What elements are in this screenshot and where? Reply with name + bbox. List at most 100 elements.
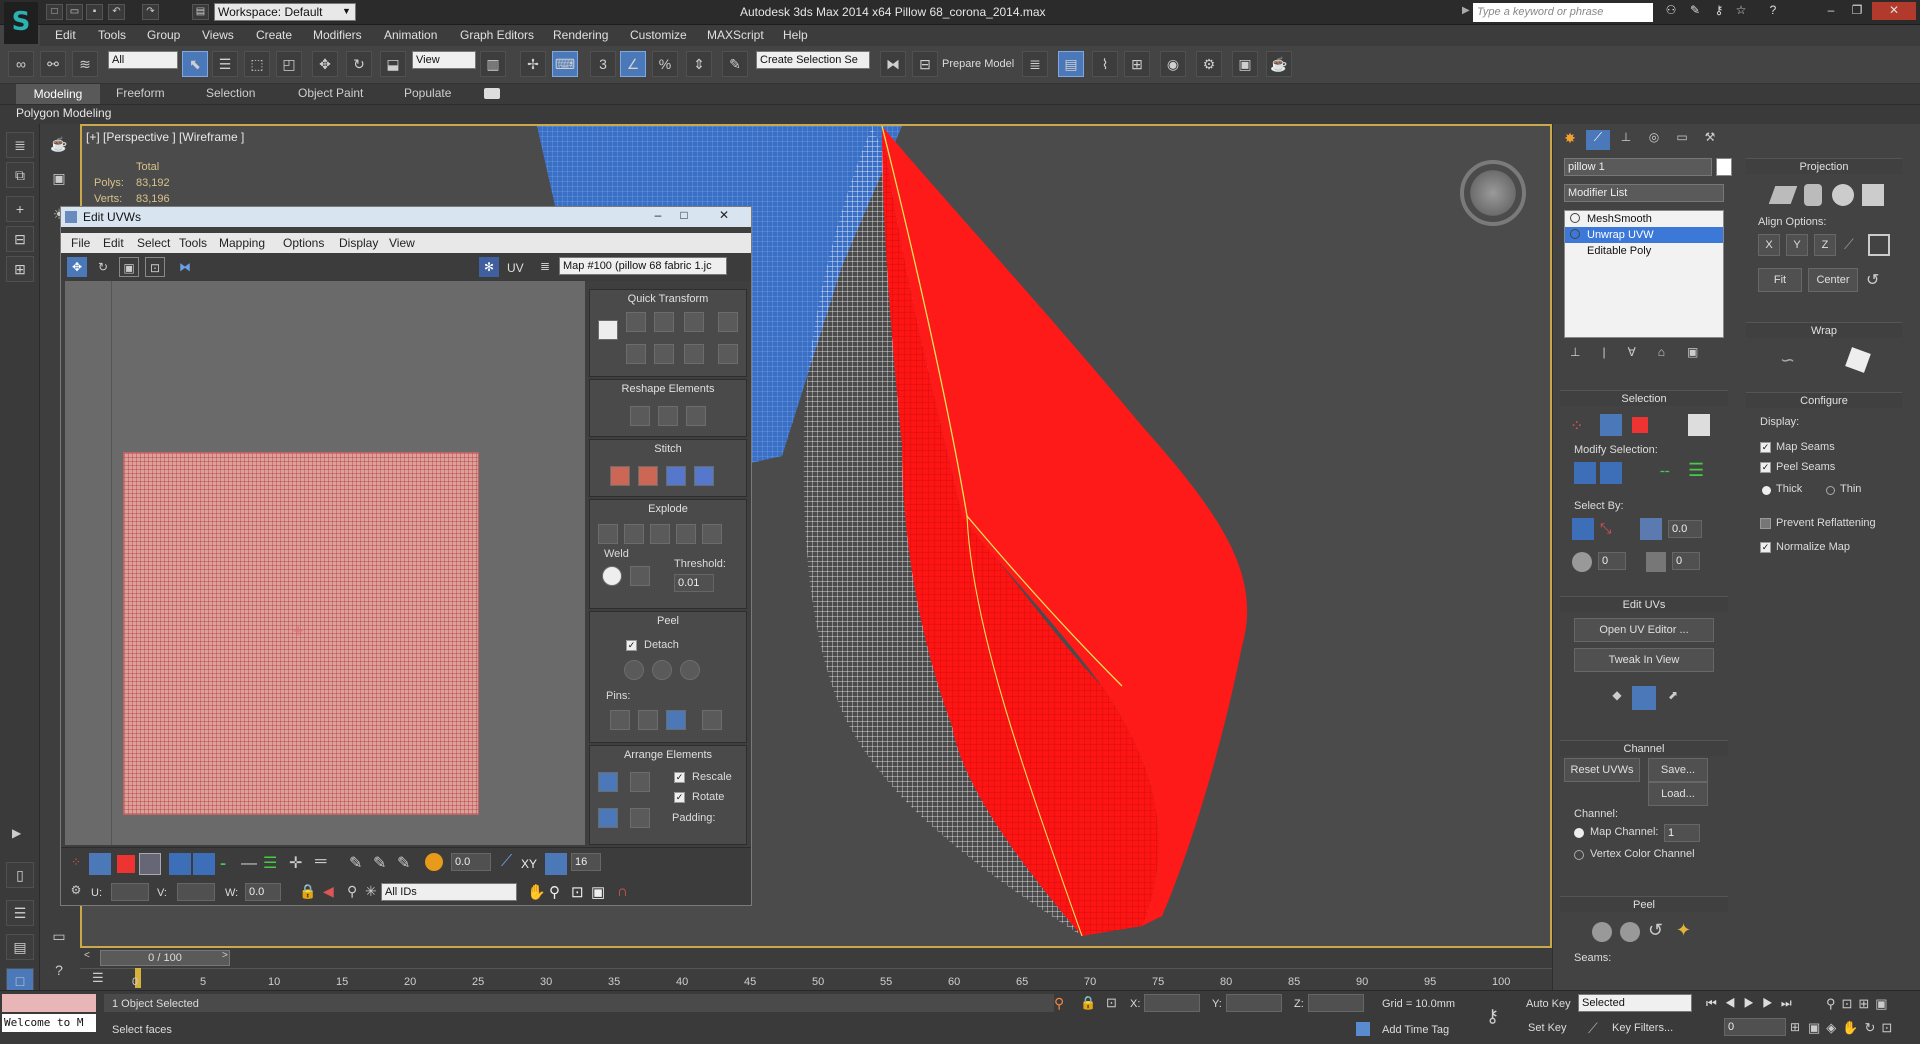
weld-selected-icon[interactable] (630, 566, 650, 586)
lock-icon[interactable]: 🔒 (299, 883, 316, 900)
curve-editor-icon[interactable]: ⌇ (1092, 51, 1118, 77)
menu-modifiers[interactable]: Modifiers (313, 28, 362, 42)
time-config-icon[interactable]: ⊞ (1790, 1020, 1800, 1034)
snap-tool-icon[interactable]: ✳ (365, 883, 377, 900)
ids-dropdown[interactable]: All IDs (381, 883, 517, 901)
viewport-layout-icon[interactable]: ▯ (6, 862, 34, 888)
pack-normalize-icon[interactable] (630, 772, 650, 792)
menu-graph-editors[interactable]: Graph Editors (460, 28, 534, 42)
edge-select-icon[interactable] (89, 853, 111, 875)
snap-grid-icon[interactable] (545, 853, 567, 875)
stack-item-editable-poly[interactable]: Editable Poly (1565, 243, 1723, 259)
detach-edge-icon[interactable] (624, 524, 644, 544)
mirror-icon[interactable]: ⧓ (880, 51, 906, 77)
modify-panel-icon[interactable]: ⟋ (1586, 130, 1610, 150)
paint-select-icon[interactable]: ✎ (349, 853, 362, 873)
menu-create[interactable]: Create (256, 28, 292, 42)
grow-select-icon[interactable] (169, 853, 191, 875)
select-by-smoothing-icon[interactable] (1572, 552, 1592, 572)
normalize-map-checkbox[interactable]: ✓ (1760, 542, 1771, 553)
space-horizontal-icon[interactable] (718, 312, 738, 332)
face-select-icon[interactable] (117, 855, 135, 873)
rotate-90-icon[interactable] (684, 312, 704, 332)
move-icon[interactable]: ✥ (312, 51, 338, 77)
stack-item-unwrap-uvw[interactable]: Unwrap UVW (1565, 227, 1723, 243)
uv-close-icon[interactable]: ✕ (713, 208, 735, 226)
pin-icon[interactable] (610, 710, 630, 730)
uv-minimize-icon[interactable]: – (647, 208, 669, 226)
ring-grow-icon[interactable]: ✛ (289, 853, 302, 873)
layer-manager-icon[interactable]: ≣ (1022, 51, 1048, 77)
u-input[interactable] (111, 883, 149, 901)
align-diagonal-icon[interactable] (654, 312, 674, 332)
tab-object-paint[interactable]: Object Paint (298, 86, 363, 100)
spline-map-icon[interactable]: ∽ (1780, 350, 1795, 371)
teapot-icon[interactable]: ☕ (46, 136, 72, 158)
rescale-checkbox[interactable]: ✓ (674, 772, 685, 783)
window-crossing-icon[interactable]: ◰ (276, 51, 302, 77)
smoothing-group-input[interactable]: 0 (1598, 552, 1626, 570)
relax-circle-icon[interactable] (686, 406, 706, 426)
uv-menu-edit[interactable]: Edit (103, 236, 124, 250)
map-channel-input[interactable]: 1 (1664, 824, 1700, 842)
select-pins-icon[interactable] (702, 710, 722, 730)
vertex-subobject-icon[interactable]: ⁘ (1570, 416, 1583, 436)
add-time-tag-button[interactable]: Add Time Tag (1382, 1024, 1449, 1036)
display-icon[interactable]: ⊞ (6, 256, 34, 282)
search-arrow-icon[interactable]: ▶ (1462, 5, 1470, 16)
vertex-select-icon[interactable]: ⁘ (67, 855, 85, 873)
panel-layout-icon[interactable]: ☰ (6, 900, 34, 926)
menu-views[interactable]: Views (202, 28, 234, 42)
scene-explorer-icon[interactable]: ≣ (6, 132, 34, 158)
x-coordinate-input[interactable] (1144, 994, 1200, 1012)
soft-falloff-input[interactable]: 0.0 (451, 853, 491, 871)
viewport-nav-icons[interactable]: ⚲⊡⊞▣ (1826, 996, 1894, 1012)
grow-selection-icon[interactable] (1574, 462, 1596, 484)
edit-uvs-rollout-title[interactable]: Edit UVs (1560, 596, 1728, 612)
ring-shrink-icon[interactable]: ═ (315, 853, 326, 871)
maxscript-listener[interactable]: Welcome to M (2, 1014, 96, 1032)
uv-menu-select[interactable]: Select (137, 236, 170, 250)
loop-icon[interactable]: ⁃ (219, 855, 227, 875)
uv-magnet-icon[interactable]: ∩ (617, 883, 628, 900)
thin-radio[interactable] (1826, 486, 1835, 495)
script-icon[interactable]: ▭ (48, 928, 70, 950)
pin-tool-icon[interactable]: ⚲ (347, 883, 357, 900)
link-icon[interactable]: ∞ (8, 51, 34, 77)
tab-populate[interactable]: Populate (404, 86, 451, 100)
expand-arrow-icon[interactable]: ▶ (12, 826, 21, 840)
soft-selection-icon[interactable] (425, 853, 443, 871)
angle-snap-icon[interactable]: ∠ (620, 51, 646, 77)
planar-angle-input[interactable]: 0.0 (1668, 520, 1702, 538)
pivot-center-icon[interactable]: ▥ (480, 51, 506, 77)
shrink-select-icon[interactable] (193, 853, 215, 875)
spherical-map-icon[interactable] (1832, 184, 1854, 206)
auto-pin-moved-icon[interactable] (666, 710, 686, 730)
time-next-icon[interactable]: > (222, 950, 232, 966)
y-coordinate-input[interactable] (1226, 994, 1282, 1012)
select-object-icon[interactable]: ⬉ (182, 51, 208, 77)
uv-map-select[interactable]: Map #100 (pillow 68 fabric 1.jc (559, 257, 727, 275)
detach-checkbox[interactable]: ✓ (626, 640, 637, 651)
peel-title[interactable]: Peel (590, 612, 746, 630)
uv-menu-file[interactable]: File (71, 236, 90, 250)
viewcube-icon[interactable] (1460, 160, 1526, 226)
isolate-icon[interactable]: ⚲ (1054, 995, 1064, 1012)
load-uvws-button[interactable]: Load... (1648, 782, 1708, 806)
playback-controls-icons[interactable]: ⏮◀▶▶⏭ (1706, 996, 1800, 1011)
rotate-icon[interactable]: ↻ (346, 51, 372, 77)
mini-curve-editor-icon[interactable]: ☰ (92, 970, 110, 986)
uv-mode-label[interactable]: UV (507, 261, 524, 275)
relax-icon[interactable] (658, 406, 678, 426)
utilities-panel-icon[interactable]: ⚒ (1698, 130, 1722, 150)
maxscript-listener-red[interactable] (2, 994, 96, 1012)
zoom-icon[interactable]: ⚲ (549, 883, 560, 901)
shrink-selection-icon[interactable] (1600, 462, 1622, 484)
box-map-icon[interactable] (1862, 184, 1884, 206)
projection-rollout-title[interactable]: Projection (1746, 158, 1902, 174)
v-input[interactable] (177, 883, 215, 901)
object-name-input[interactable]: pillow 1 (1564, 158, 1712, 176)
flatten-icon[interactable] (650, 524, 670, 544)
polygon-modeling-label[interactable]: Polygon Modeling (16, 106, 111, 120)
loop-selection-icon[interactable]: ╌ (1660, 462, 1670, 482)
